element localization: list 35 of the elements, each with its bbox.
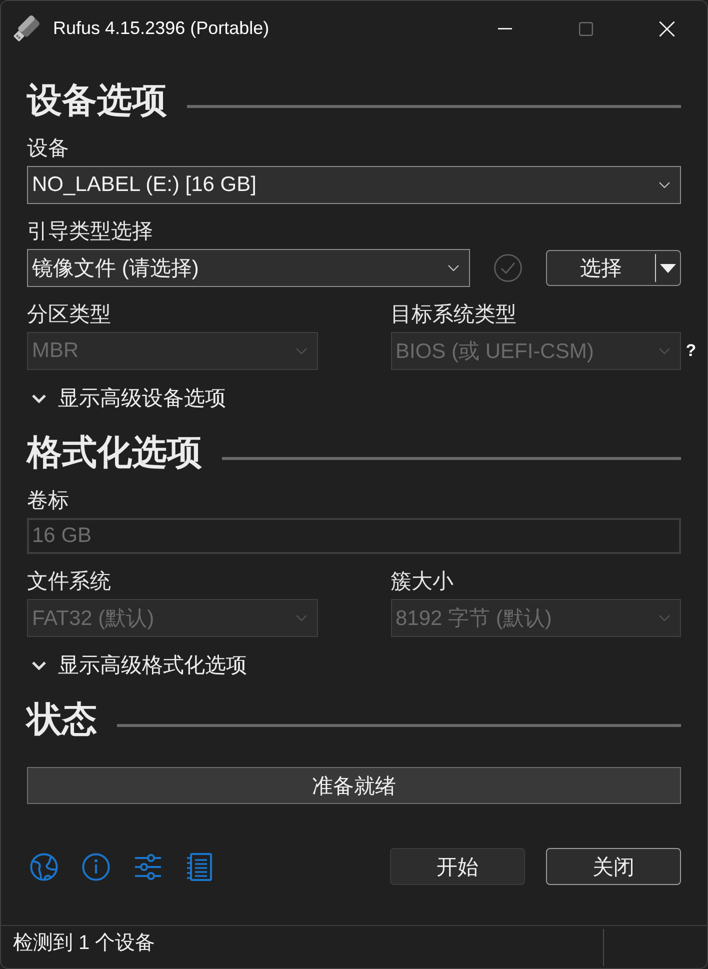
section-heading: 格式化选项	[27, 433, 202, 473]
field-label: 引导类型选择	[27, 219, 153, 245]
select-button[interactable]: 选择	[546, 250, 681, 286]
caret-icon	[660, 264, 676, 272]
close-icon[interactable]	[658, 20, 674, 36]
section-heading: 设备选项	[27, 81, 167, 121]
notepad-icon[interactable]	[186, 852, 212, 880]
chevron-down-icon	[296, 615, 306, 621]
field-label: 卷标	[27, 488, 69, 514]
status-display: 准备就绪	[27, 767, 681, 804]
minimize-icon[interactable]	[498, 28, 512, 30]
section-heading: 状态	[27, 700, 97, 740]
dropdown[interactable]: 镜像文件 (请选择)	[27, 249, 470, 287]
usb-drive-icon	[12, 14, 40, 42]
sliders-icon[interactable]	[134, 852, 162, 880]
field-label: 文件系统	[27, 569, 111, 595]
chevron-down-icon	[659, 348, 670, 354]
dialog-button[interactable]: 关闭	[546, 848, 681, 885]
dialog-button[interactable]: 开始	[390, 848, 525, 885]
expander-toggle[interactable]: 显示高级设备选项	[27, 385, 226, 411]
field-label: 簇大小	[390, 569, 454, 595]
status-text: 检测到 1 个设备	[12, 931, 156, 956]
chevron-down-icon	[659, 615, 670, 621]
field-label: 分区类型	[27, 302, 111, 328]
chevron-down-icon	[296, 348, 306, 354]
field-label: 目标系统类型	[390, 302, 516, 328]
check-circle-icon	[494, 254, 522, 282]
info-icon[interactable]	[82, 852, 110, 880]
dropdown[interactable]: NO_LABEL (E:) [16 GB]	[27, 166, 681, 204]
expander-toggle[interactable]: 显示高级格式化选项	[27, 652, 247, 678]
field-label: 设备	[27, 136, 69, 162]
window-title: Rufus 4.15.2396 (Portable)	[53, 18, 270, 39]
globe-icon[interactable]	[30, 852, 58, 880]
chevron-down-icon	[448, 265, 459, 271]
chevron-down-icon	[659, 182, 670, 188]
